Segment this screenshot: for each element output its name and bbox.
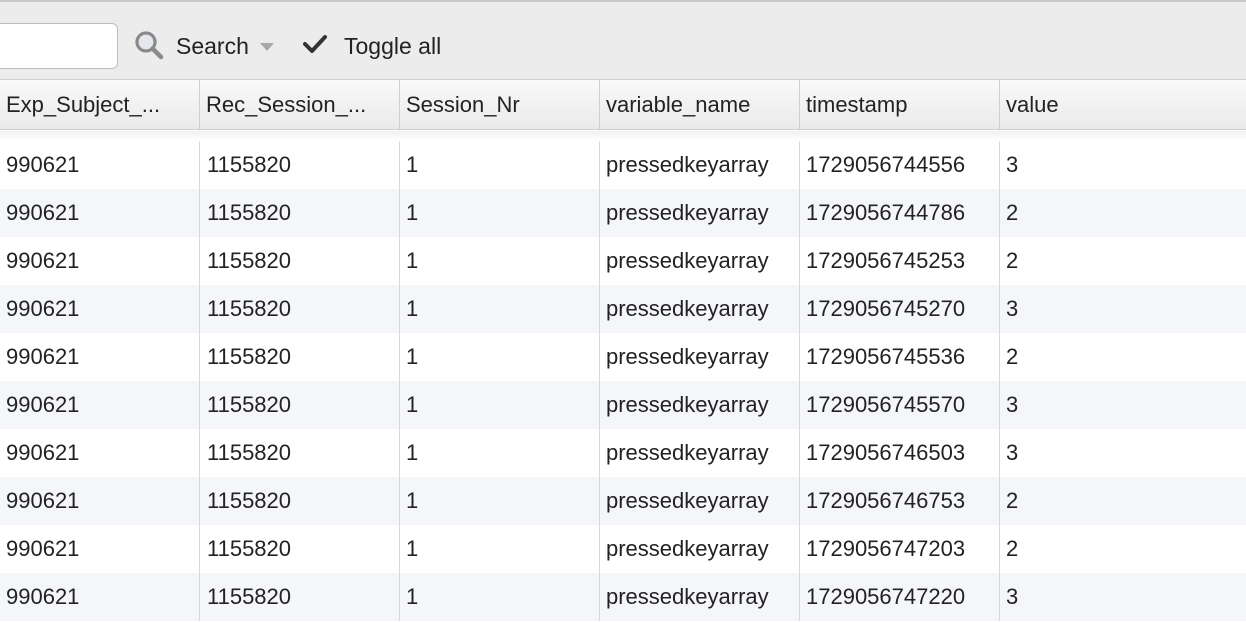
cell-rec-session: 1155820 — [200, 525, 400, 573]
toggle-all-label: Toggle all — [344, 32, 442, 59]
cell-exp-subject: 990621 — [0, 477, 200, 525]
column-header-rec-session[interactable]: Rec_Session_... — [200, 80, 400, 130]
table-row[interactable]: 990621 1155820 1 pressedkeyarray 17290567467… — [0, 477, 1246, 525]
column-header-timestamp[interactable]: timestamp — [800, 80, 1000, 130]
cell-value: 3 — [1006, 296, 1019, 321]
cell-variable-name: pressedkeyarray — [600, 429, 800, 477]
cell-exp-subject: 990621 — [0, 525, 200, 573]
grid-body: 990621 1155820 1 pressedkeyarray 17290567445… — [0, 141, 1246, 621]
cell-exp-subject: 990621 — [0, 189, 200, 237]
cell-timestamp: 1729056745270 — [800, 285, 1000, 333]
checkmark-icon — [302, 32, 328, 61]
cell-exp-subject: 990621 — [0, 141, 200, 189]
cell-exp-subject: 990621 — [0, 237, 200, 285]
cell-exp-subject: 990621 — [0, 381, 200, 429]
column-header-value[interactable]: value — [1000, 80, 1246, 130]
cell-variable-name: pressedkeyarray — [600, 333, 800, 381]
cell-session-nr: 1 — [400, 285, 600, 333]
cell-exp-subject: 990621 — [0, 429, 200, 477]
table-row[interactable]: 990621 1155820 1 pressedkeyarray 17290567455… — [0, 333, 1246, 381]
cell-variable-name: pressedkeyarray — [600, 141, 800, 189]
cell-rec-session: 1155820 — [200, 477, 400, 525]
cell-timestamp: 1729056745536 — [800, 333, 1000, 381]
cell-timestamp: 1729056745570 — [800, 381, 1000, 429]
cell-session-nr: 1 — [400, 477, 600, 525]
cell-session-nr: 1 — [400, 333, 600, 381]
column-header-variable-name[interactable]: variable_name — [600, 80, 800, 130]
cell-timestamp: 1729056744556 — [800, 141, 1000, 189]
search-input[interactable] — [0, 23, 118, 69]
cell-value: 3 — [1006, 584, 1019, 609]
cell-timestamp: 1729056744786 — [800, 189, 1000, 237]
cell-value: 2 — [1006, 344, 1019, 369]
cell-timestamp: 1729056746503 — [800, 429, 1000, 477]
cell-timestamp: 1729056747203 — [800, 525, 1000, 573]
search-button[interactable]: Search — [132, 26, 275, 66]
table-row[interactable]: 990621 1155820 1 pressedkeyarray 17290567472… — [0, 525, 1246, 573]
cell-value: 2 — [1006, 248, 1019, 273]
cell-timestamp: 1729056745253 — [800, 237, 1000, 285]
cell-value: 3 — [1006, 392, 1019, 417]
column-header-session-nr[interactable]: Session_Nr — [400, 80, 600, 130]
header-shadow — [0, 131, 1246, 141]
magnifier-icon — [132, 29, 166, 63]
cell-exp-subject: 990621 — [0, 573, 200, 621]
cell-session-nr: 1 — [400, 141, 600, 189]
table-row[interactable]: 990621 1155820 1 pressedkeyarray 17290567465… — [0, 429, 1246, 477]
cell-value: 3 — [1006, 440, 1019, 465]
cell-value: 3 — [1006, 152, 1019, 177]
table-row[interactable]: 990621 1155820 1 pressedkeyarray 17290567445… — [0, 141, 1246, 189]
cell-rec-session: 1155820 — [200, 285, 400, 333]
cell-variable-name: pressedkeyarray — [600, 285, 800, 333]
table-row[interactable]: 990621 1155820 1 pressedkeyarray 17290567452… — [0, 237, 1246, 285]
column-header-exp-subject[interactable]: Exp_Subject_... — [0, 80, 200, 130]
cell-session-nr: 1 — [400, 237, 600, 285]
cell-rec-session: 1155820 — [200, 189, 400, 237]
cell-session-nr: 1 — [400, 189, 600, 237]
cell-variable-name: pressedkeyarray — [600, 573, 800, 621]
toolbar: Search Toggle all — [0, 0, 1246, 80]
table-row[interactable]: 990621 1155820 1 pressedkeyarray 17290567472… — [0, 573, 1246, 621]
table-row[interactable]: 990621 1155820 1 pressedkeyarray 17290567447… — [0, 189, 1246, 237]
cell-rec-session: 1155820 — [200, 333, 400, 381]
cell-timestamp: 1729056746753 — [800, 477, 1000, 525]
cell-session-nr: 1 — [400, 573, 600, 621]
cell-rec-session: 1155820 — [200, 429, 400, 477]
cell-variable-name: pressedkeyarray — [600, 525, 800, 573]
cell-rec-session: 1155820 — [200, 573, 400, 621]
table-row[interactable]: 990621 1155820 1 pressedkeyarray 17290567455… — [0, 381, 1246, 429]
cell-exp-subject: 990621 — [0, 285, 200, 333]
cell-timestamp: 1729056747220 — [800, 573, 1000, 621]
cell-session-nr: 1 — [400, 525, 600, 573]
search-label: Search — [176, 32, 249, 59]
cell-variable-name: pressedkeyarray — [600, 477, 800, 525]
cell-value: 2 — [1006, 200, 1019, 225]
cell-rec-session: 1155820 — [200, 381, 400, 429]
grid-header: Exp_Subject_... Rec_Session_... Session_… — [0, 80, 1246, 130]
cell-session-nr: 1 — [400, 429, 600, 477]
cell-rec-session: 1155820 — [200, 141, 400, 189]
cell-variable-name: pressedkeyarray — [600, 381, 800, 429]
cell-session-nr: 1 — [400, 381, 600, 429]
toggle-all-button[interactable]: Toggle all — [302, 26, 441, 66]
cell-value: 2 — [1006, 488, 1019, 513]
caret-down-icon[interactable] — [259, 41, 275, 53]
table-row[interactable]: 990621 1155820 1 pressedkeyarray 17290567452… — [0, 285, 1246, 333]
cell-exp-subject: 990621 — [0, 333, 200, 381]
cell-value: 2 — [1006, 536, 1019, 561]
cell-variable-name: pressedkeyarray — [600, 189, 800, 237]
cell-rec-session: 1155820 — [200, 237, 400, 285]
cell-variable-name: pressedkeyarray — [600, 237, 800, 285]
